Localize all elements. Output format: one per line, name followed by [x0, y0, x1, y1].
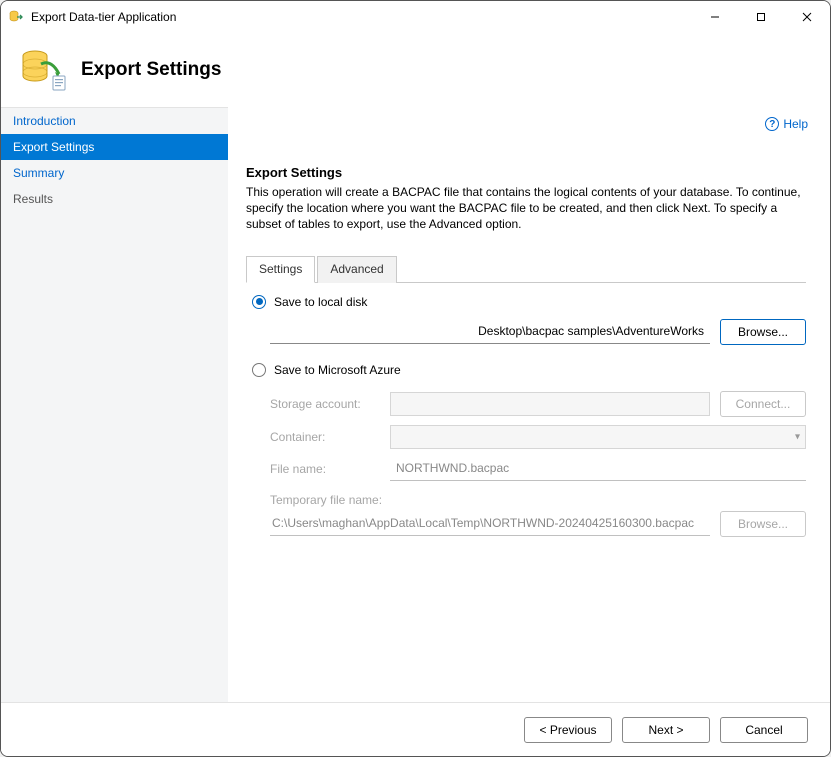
sidebar-item-summary[interactable]: Summary	[1, 160, 228, 186]
sidebar-item-results: Results	[1, 186, 228, 212]
radio-label-azure: Save to Microsoft Azure	[274, 363, 401, 377]
tab-settings[interactable]: Settings	[246, 256, 315, 283]
previous-button[interactable]: < Previous	[524, 717, 612, 743]
container-label: Container:	[270, 430, 380, 444]
tab-strip: Settings Advanced	[246, 255, 806, 283]
window-title: Export Data-tier Application	[31, 10, 176, 24]
cancel-button[interactable]: Cancel	[720, 717, 808, 743]
wizard-steps-sidebar: Introduction Export Settings Summary Res…	[1, 107, 228, 702]
sidebar-item-introduction[interactable]: Introduction	[1, 108, 228, 134]
section-heading: Export Settings	[246, 165, 806, 180]
minimize-button[interactable]	[692, 1, 738, 33]
temp-filename-input	[270, 512, 710, 536]
radio-icon	[252, 295, 266, 309]
close-button[interactable]	[784, 1, 830, 33]
container-row: Container: ▾	[270, 425, 806, 449]
help-link[interactable]: ? Help	[765, 117, 808, 131]
temp-filename-row: Browse...	[270, 511, 806, 537]
wizard-footer: < Previous Next > Cancel	[1, 702, 830, 756]
storage-account-row: Storage account: Connect...	[270, 391, 806, 417]
export-data-tier-window: Export Data-tier Application	[0, 0, 831, 757]
app-icon	[9, 9, 25, 25]
radio-save-local[interactable]: Save to local disk	[252, 295, 806, 309]
filename-row: File name:	[270, 457, 806, 481]
filename-label: File name:	[270, 462, 380, 476]
container-select	[390, 425, 806, 449]
help-label: Help	[783, 117, 808, 131]
next-button[interactable]: Next >	[622, 717, 710, 743]
header-band: Export Settings	[1, 33, 830, 107]
radio-icon	[252, 363, 266, 377]
filename-input	[390, 457, 806, 481]
azure-fields: Storage account: Connect... Container: ▾…	[270, 383, 806, 537]
maximize-button[interactable]	[738, 1, 784, 33]
local-path-row: Browse...	[270, 319, 806, 345]
section-description: This operation will create a BACPAC file…	[246, 184, 806, 233]
radio-save-azure[interactable]: Save to Microsoft Azure	[252, 363, 806, 377]
browse-temp-button: Browse...	[720, 511, 806, 537]
storage-account-label: Storage account:	[270, 397, 380, 411]
tab-advanced[interactable]: Advanced	[317, 256, 396, 283]
export-icon	[19, 46, 67, 94]
titlebar: Export Data-tier Application	[1, 1, 830, 33]
page-title: Export Settings	[81, 59, 221, 81]
connect-button: Connect...	[720, 391, 806, 417]
local-path-input[interactable]	[270, 320, 710, 344]
browse-local-button[interactable]: Browse...	[720, 319, 806, 345]
storage-account-input	[390, 392, 710, 416]
wizard-body: Introduction Export Settings Summary Res…	[1, 107, 830, 702]
sidebar-item-export-settings[interactable]: Export Settings	[1, 134, 228, 160]
radio-label-local: Save to local disk	[274, 295, 367, 309]
main-panel: ? Help Export Settings This operation wi…	[228, 107, 830, 702]
help-icon: ?	[765, 117, 779, 131]
temp-filename-label: Temporary file name:	[270, 493, 806, 507]
